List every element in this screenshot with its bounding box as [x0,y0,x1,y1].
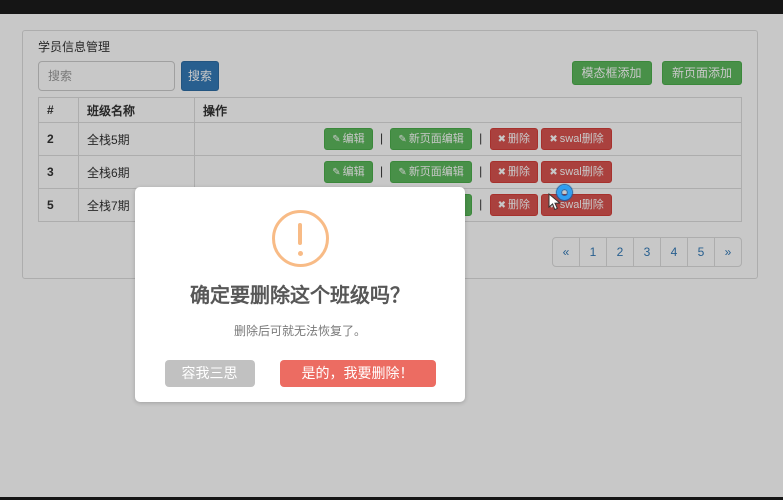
dialog-buttons: 容我三思 是的，我要删除！ [135,360,465,387]
cancel-delete-button[interactable]: 容我三思 [165,360,255,387]
dialog-text: 删除后可就无法恢复了。 [135,322,465,339]
delete-confirm-dialog: 确定要删除这个班级吗？ 删除后可就无法恢复了。 容我三思 是的，我要删除！ [135,187,465,402]
dialog-title: 确定要删除这个班级吗？ [135,283,465,309]
mouse-cursor [548,193,562,211]
confirm-delete-button[interactable]: 是的，我要删除！ [280,360,436,387]
warning-icon [272,210,329,267]
